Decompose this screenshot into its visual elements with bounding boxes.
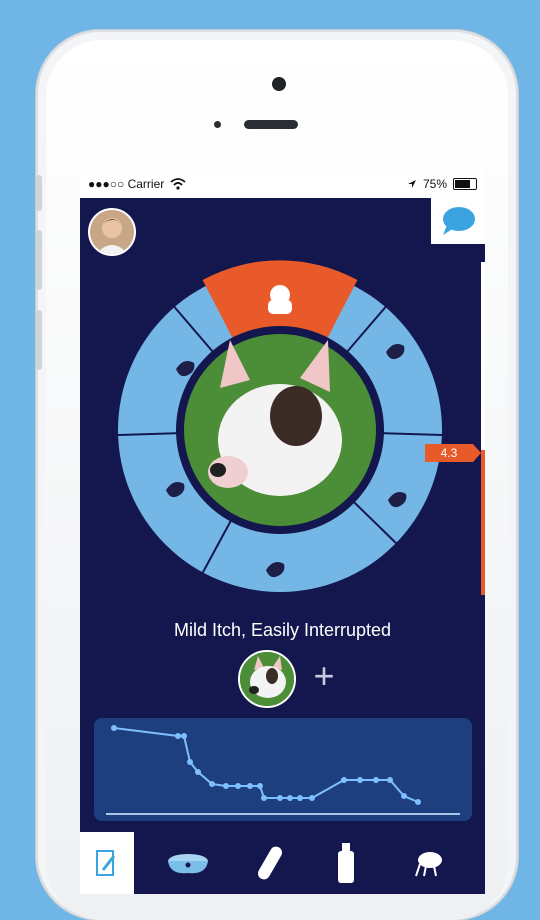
pet-avatar[interactable] <box>238 650 296 708</box>
severity-label: Mild Itch, Easily Interrupted <box>173 620 392 640</box>
tab-fleas[interactable] <box>398 832 458 894</box>
pill-icon <box>258 846 282 880</box>
tab-food[interactable] <box>158 832 218 894</box>
dog-bowl-icon <box>168 854 208 874</box>
history-line <box>106 725 460 815</box>
app-screen: ●●●○○ Carrier 75% 4.3 Mild Itch, Easily … <box>80 170 485 894</box>
side-button-3 <box>36 310 42 370</box>
severity-history-graph <box>94 718 472 821</box>
bottom-tab-bar <box>80 832 485 894</box>
earpiece-speaker <box>244 120 298 129</box>
flea-icon <box>415 852 442 877</box>
add-pet-button[interactable]: + <box>304 656 344 696</box>
sensor-dot <box>214 121 221 128</box>
severity-value-badge[interactable]: 4.3 <box>425 444 481 462</box>
side-button-2 <box>36 230 42 290</box>
journal-icon <box>96 850 116 876</box>
severity-scale-fill <box>481 450 485 595</box>
tab-shampoo[interactable] <box>316 832 376 894</box>
side-button-1 <box>36 175 42 211</box>
tab-journal[interactable] <box>80 832 134 894</box>
pet-thumbnail <box>240 652 294 706</box>
tab-medication[interactable] <box>240 832 300 894</box>
bottle-icon <box>338 843 354 883</box>
front-camera <box>272 77 286 91</box>
